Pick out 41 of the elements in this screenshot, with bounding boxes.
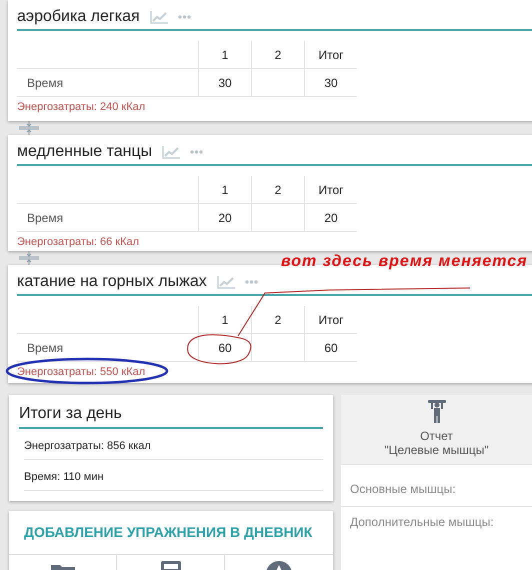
more-icon[interactable] xyxy=(244,280,258,284)
summary-title: Итоги за день xyxy=(19,405,323,429)
table-cell: 20 xyxy=(304,204,357,232)
energy-text: Энергозатраты: 240 кКал xyxy=(17,101,146,113)
column-header: 2 xyxy=(252,306,304,334)
summary-item: Энергозатраты: 856 ккал xyxy=(24,429,323,460)
report-subtitle: "Целевые мышцы" xyxy=(384,443,489,457)
exercise-title: медленные танцы xyxy=(17,143,152,161)
table-cell: 30 xyxy=(304,68,357,96)
energy-text: Энергозатраты: 66 кКал xyxy=(17,236,140,248)
row-label: Время xyxy=(17,204,198,232)
reorder-icon[interactable] xyxy=(18,121,40,135)
column-header: 1 xyxy=(198,176,252,204)
column-header: 2 xyxy=(252,176,304,204)
chart-icon[interactable] xyxy=(216,276,235,288)
table-cell: 30 xyxy=(198,68,252,96)
muscle-label: Дополнительные мышцы: xyxy=(349,514,495,531)
more-icon[interactable] xyxy=(178,15,191,19)
exercise-title: аэробика легкая xyxy=(17,8,140,26)
muscle-label: Основные мышцы: xyxy=(341,465,532,507)
person-dumbbell-icon xyxy=(428,399,446,423)
energy-text: Энергозатраты: 550 кКал xyxy=(17,366,146,378)
exercise-title: катание на горных лыжах xyxy=(17,273,207,291)
column-header: 2 xyxy=(252,41,304,68)
table-cell: 60 xyxy=(304,334,357,362)
column-header: Итог xyxy=(304,306,357,334)
column-header: Итог xyxy=(304,41,357,68)
row-label: Время xyxy=(17,68,198,96)
more-icon[interactable] xyxy=(190,150,204,154)
summary-item: Время: 110 мин xyxy=(24,460,323,491)
column-header: 1 xyxy=(198,306,252,334)
annotation-text: вот здесь время меняется xyxy=(281,253,528,271)
table-cell: 20 xyxy=(198,204,252,232)
report-title: Отчет xyxy=(420,429,453,443)
column-header: Итог xyxy=(304,176,357,204)
row-label: Время xyxy=(17,334,198,362)
reorder-icon[interactable] xyxy=(18,251,40,265)
chart-icon[interactable] xyxy=(162,146,180,158)
chart-icon[interactable] xyxy=(150,10,168,24)
table-cell: 60 xyxy=(198,334,252,362)
column-header: 1 xyxy=(198,41,252,68)
